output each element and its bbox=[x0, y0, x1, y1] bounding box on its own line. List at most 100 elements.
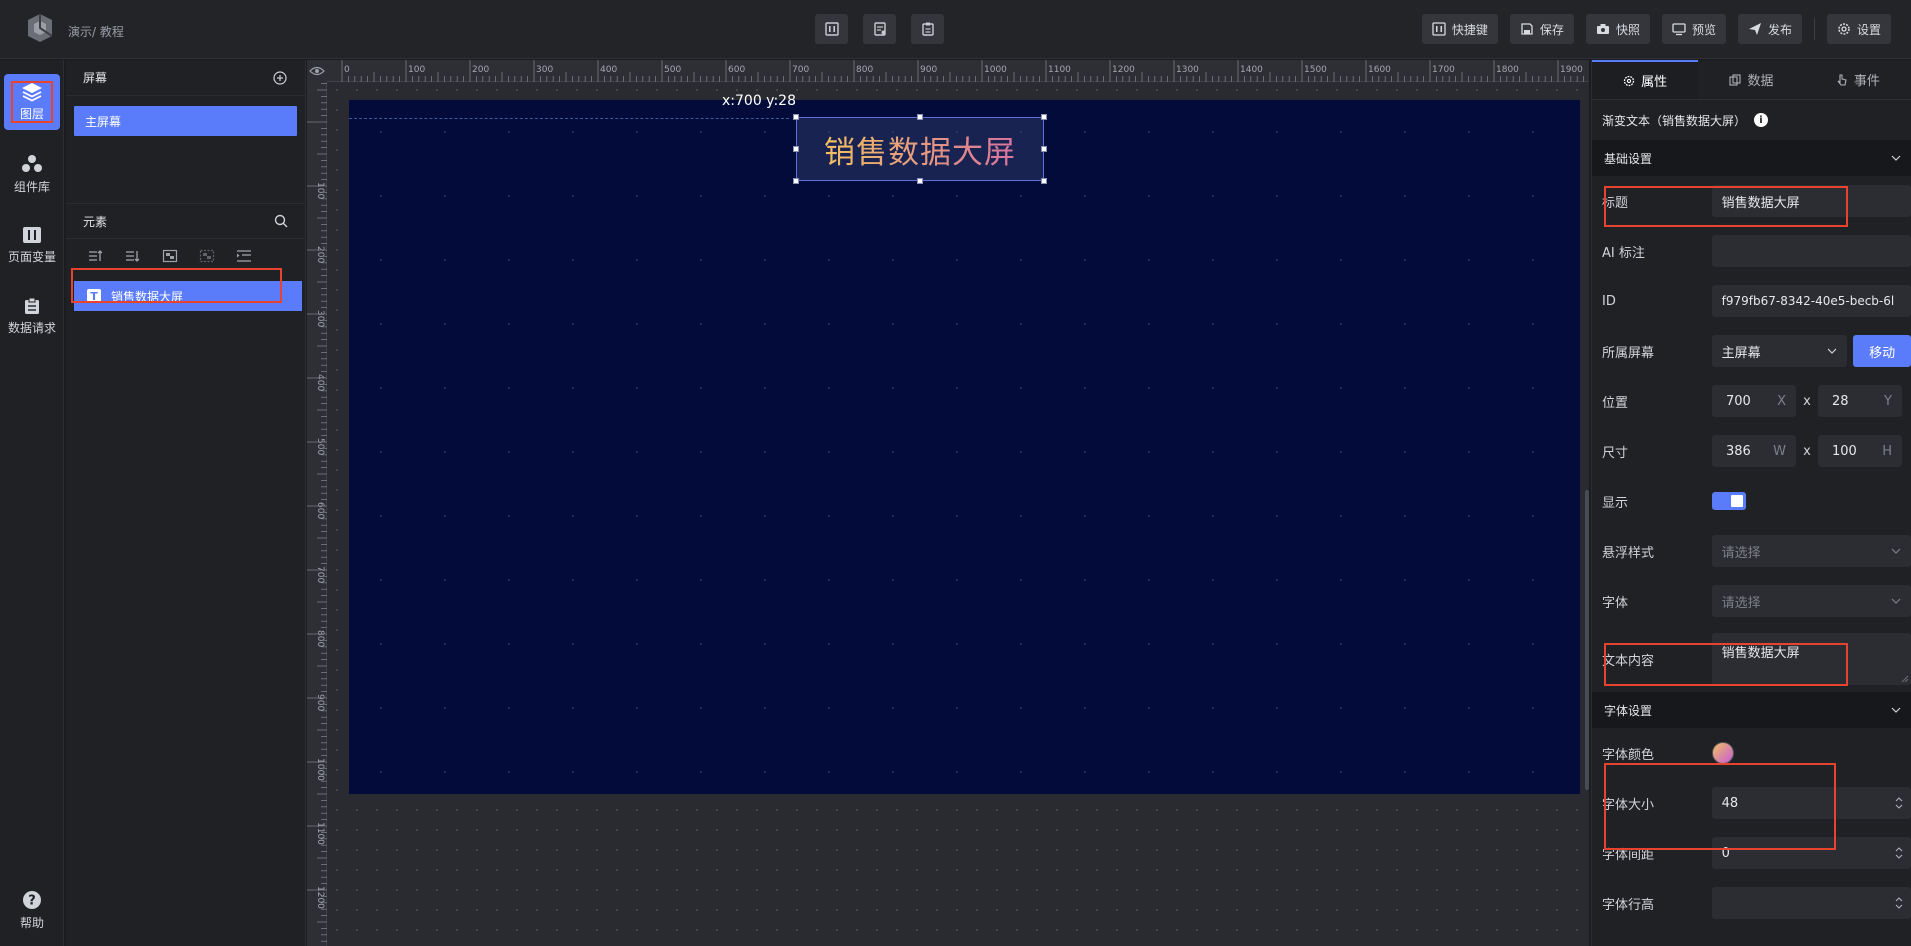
resize-handle-w[interactable] bbox=[793, 146, 799, 152]
chevron-down-icon bbox=[1891, 598, 1901, 604]
line-height-label: 字体行高 bbox=[1602, 897, 1655, 913]
snapshot-button[interactable]: 快照 bbox=[1585, 14, 1650, 44]
id-input[interactable]: f979fb67-8342-40e5-becb-6l bbox=[1711, 285, 1911, 317]
row-font-color: 字体颜色 bbox=[1592, 728, 1911, 778]
letter-spacing-label: 字体间距 bbox=[1602, 847, 1655, 863]
page-settings-button[interactable] bbox=[863, 14, 896, 44]
shortcut-button[interactable]: 快捷键 bbox=[1421, 14, 1498, 44]
tab-events[interactable]: 事件 bbox=[1805, 60, 1911, 99]
font-color-swatch[interactable] bbox=[1712, 742, 1734, 764]
font-settings-header[interactable]: 字体设置 bbox=[1592, 692, 1911, 728]
bars-icon bbox=[824, 22, 839, 36]
selected-text-element[interactable]: 销售数据大屏 bbox=[793, 114, 1047, 184]
row-position: 位置 700 X x 28 Y bbox=[1592, 376, 1911, 426]
align-tool-button[interactable] bbox=[815, 14, 848, 44]
breadcrumb[interactable]: 演示/ 教程 bbox=[68, 23, 124, 40]
ruler-label: 500 bbox=[664, 65, 681, 75]
resize-handle-sw[interactable] bbox=[793, 178, 799, 184]
chevron-down-icon[interactable] bbox=[1895, 904, 1903, 909]
tab-data[interactable]: 数据 bbox=[1698, 60, 1804, 99]
iconbar-item-components[interactable]: 组件库 bbox=[4, 144, 60, 204]
font-settings-title: 字体设置 bbox=[1604, 703, 1653, 718]
size-w-input[interactable]: 386 W bbox=[1712, 435, 1796, 467]
position-x-input[interactable]: 700 X bbox=[1712, 385, 1796, 417]
screen-canvas[interactable] bbox=[349, 100, 1580, 794]
font-size-stepper[interactable]: 48 bbox=[1711, 787, 1911, 819]
resize-handle-s[interactable] bbox=[917, 178, 923, 184]
screen-label: 所属屏幕 bbox=[1602, 345, 1655, 361]
screen-item-main[interactable]: 主屏幕 bbox=[74, 106, 297, 136]
save-button[interactable]: 保存 bbox=[1509, 14, 1574, 44]
canvas-scrollbar[interactable] bbox=[1585, 490, 1589, 790]
group-icon[interactable] bbox=[162, 249, 178, 263]
visible-toggle[interactable] bbox=[1712, 492, 1746, 510]
resize-handle-nw[interactable] bbox=[793, 114, 799, 120]
preview-label: 预览 bbox=[1691, 22, 1716, 37]
chevron-up-icon[interactable] bbox=[1895, 847, 1903, 852]
stepper-arrows[interactable] bbox=[1895, 897, 1903, 909]
title-input[interactable]: 销售数据大屏 bbox=[1711, 185, 1911, 217]
font-select[interactable]: 请选择 bbox=[1711, 585, 1911, 617]
tab-data-label: 数据 bbox=[1747, 74, 1774, 89]
position-y-input[interactable]: 28 Y bbox=[1818, 385, 1902, 417]
chevron-up-icon[interactable] bbox=[1895, 797, 1903, 802]
iconbar-item-data-request[interactable]: 数据请求 bbox=[4, 286, 60, 346]
ai-input[interactable] bbox=[1711, 235, 1911, 267]
chevron-down-icon[interactable] bbox=[1895, 854, 1903, 859]
component-title: 渐变文本（销售数据大屏） i bbox=[1592, 100, 1911, 140]
chevron-down-icon[interactable] bbox=[1895, 804, 1903, 809]
info-icon[interactable]: i bbox=[1754, 113, 1769, 127]
keyboard-icon bbox=[1432, 22, 1446, 36]
canvas-area[interactable]: 0 100 200 300 400 500 600 700 800 900 1000 1100 1200… bbox=[307, 60, 1589, 946]
move-button[interactable]: 移动 bbox=[1853, 335, 1911, 367]
move-down-icon[interactable] bbox=[125, 249, 141, 263]
ruler-label: 200 bbox=[472, 65, 489, 75]
help-button[interactable]: ? 帮助 bbox=[4, 880, 60, 940]
chevron-down-icon bbox=[1827, 348, 1837, 354]
chevron-up-icon[interactable] bbox=[1895, 897, 1903, 902]
search-icon[interactable] bbox=[274, 214, 288, 228]
indent-icon[interactable] bbox=[236, 249, 252, 263]
app-logo-icon[interactable] bbox=[22, 10, 58, 46]
ruler-label: 600 bbox=[728, 65, 745, 75]
chevron-down-icon bbox=[1891, 707, 1901, 713]
text-content-input[interactable]: 销售数据大屏 bbox=[1711, 633, 1911, 685]
screen-select[interactable]: 主屏幕 bbox=[1711, 335, 1848, 367]
ruler-label: 400 bbox=[600, 65, 617, 75]
stepper-arrows[interactable] bbox=[1895, 847, 1903, 859]
eye-icon[interactable] bbox=[309, 65, 325, 77]
resize-handle-ne[interactable] bbox=[1041, 114, 1047, 120]
ruler-left-ticks: 1002003004005006007008009001000110012001… bbox=[307, 83, 327, 942]
clipboard-icon bbox=[921, 22, 934, 36]
element-item-title[interactable]: T 销售数据大屏 bbox=[74, 281, 302, 311]
publish-button[interactable]: 发布 bbox=[1737, 14, 1802, 44]
add-screen-icon[interactable] bbox=[273, 70, 287, 85]
resize-handle-e[interactable] bbox=[1041, 146, 1047, 152]
element-item-label: 销售数据大屏 bbox=[111, 289, 184, 304]
preview-button[interactable]: 预览 bbox=[1661, 14, 1726, 44]
resize-handle-n[interactable] bbox=[917, 114, 923, 120]
resize-grip-icon[interactable] bbox=[1901, 675, 1909, 683]
properties-panel: 属性 数据 事件 渐变文本（销售数据大屏） i 基础设置 标题 销售数据大屏 A… bbox=[1591, 60, 1911, 946]
settings-button[interactable]: 设置 bbox=[1826, 14, 1891, 44]
basic-settings-header[interactable]: 基础设置 bbox=[1592, 140, 1911, 176]
ungroup-icon[interactable] bbox=[199, 249, 215, 263]
size-h-input[interactable]: 100 H bbox=[1818, 435, 1902, 467]
row-text-content: 文本内容 销售数据大屏 bbox=[1592, 626, 1911, 692]
stepper-arrows[interactable] bbox=[1895, 797, 1903, 809]
hover-style-select[interactable]: 请选择 bbox=[1711, 535, 1911, 567]
iconbar-item-layers[interactable]: 图层 bbox=[4, 72, 60, 132]
ruler-label: 1000 bbox=[315, 758, 325, 781]
tab-attributes[interactable]: 属性 bbox=[1592, 60, 1699, 99]
size-label: 尺寸 bbox=[1602, 445, 1629, 461]
move-up-icon[interactable] bbox=[88, 249, 104, 263]
letter-spacing-stepper[interactable]: 0 bbox=[1711, 837, 1911, 869]
line-height-stepper[interactable] bbox=[1711, 887, 1911, 919]
ruler-corner[interactable] bbox=[307, 60, 327, 82]
ruler-label: 1700 bbox=[1432, 65, 1455, 75]
iconbar-item-variables[interactable]: 页面变量 bbox=[4, 215, 60, 275]
resize-handle-se[interactable] bbox=[1041, 178, 1047, 184]
clipboard-button[interactable] bbox=[911, 14, 944, 44]
ruler-label: 300 bbox=[536, 65, 553, 75]
position-y-value: 28 bbox=[1832, 393, 1849, 409]
